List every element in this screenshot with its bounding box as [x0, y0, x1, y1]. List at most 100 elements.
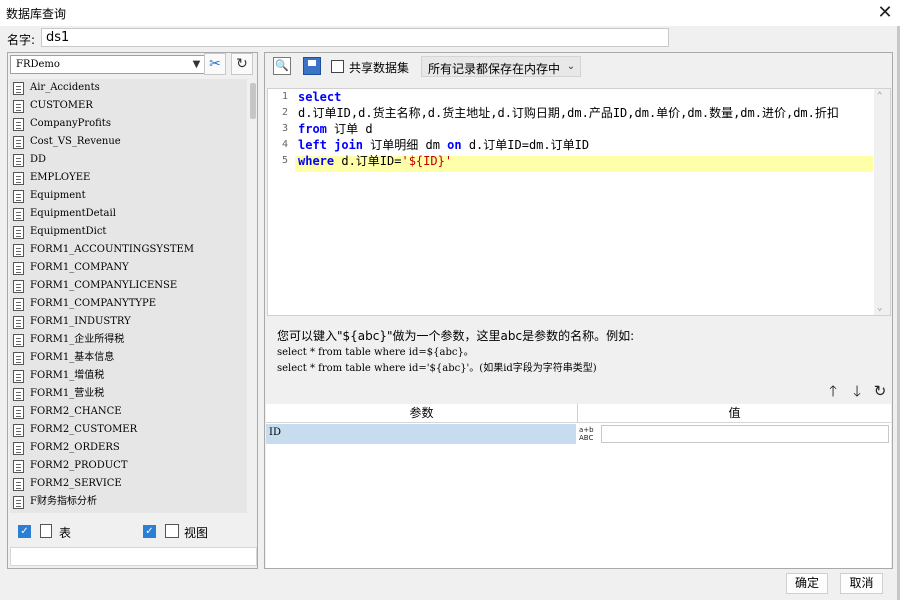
move-down-button[interactable]: 🡓: [847, 381, 867, 401]
table-filter-checkbox[interactable]: ✓: [18, 525, 31, 538]
list-item[interactable]: FORM1_营业税: [10, 385, 247, 403]
sql-keyword: where: [298, 154, 335, 168]
list-item[interactable]: FORM1_COMPANYLICENSE: [10, 277, 247, 295]
table-filter-label: 表: [59, 526, 72, 540]
list-item[interactable]: FORM1_企业所得税: [10, 331, 247, 349]
table-icon: [13, 136, 24, 149]
filter-row: ✓ 表 ✓ 视图: [10, 518, 257, 544]
refresh-icon: ↻: [873, 382, 887, 400]
table-name: FORM1_INDUSTRY: [30, 316, 131, 327]
table-icon: [13, 172, 24, 185]
preview-button[interactable]: 🔍: [273, 57, 291, 75]
list-item[interactable]: FORM1_INDUSTRY: [10, 313, 247, 331]
name-input[interactable]: [41, 28, 669, 47]
query-panel: 🔍 共享数据集 所有记录都保存在内存中 ⌄ 1 2 3 4 5 select d…: [264, 52, 893, 569]
save-button[interactable]: [303, 57, 321, 75]
table-icon: [13, 316, 24, 329]
table-name: FORM1_COMPANY: [30, 262, 129, 273]
list-item[interactable]: CUSTOMER: [10, 97, 247, 115]
list-item[interactable]: DD: [10, 151, 247, 169]
sql-editor[interactable]: 1 2 3 4 5 select d.订单ID,d.货主名称,d.货主地址,d.…: [267, 88, 891, 316]
table-list-scrollbar[interactable]: [249, 79, 257, 513]
table-name: FORM1_企业所得税: [30, 334, 125, 345]
list-item[interactable]: FORM2_SERVICE: [10, 475, 247, 493]
datasource-selected: FRDemo: [16, 59, 60, 70]
list-item[interactable]: CompanyProfits: [10, 115, 247, 133]
scroll-up-icon[interactable]: ⌃: [877, 91, 882, 101]
param-value-input[interactable]: [601, 425, 889, 443]
tools-icon: ✂: [209, 56, 221, 72]
table-name: F财务指标分析: [30, 496, 97, 507]
share-dataset-checkbox[interactable]: [331, 60, 344, 73]
scrollbar-thumb[interactable]: [250, 83, 256, 119]
column-header-param: 参数: [409, 406, 434, 420]
refresh-icon: ↻: [236, 56, 248, 72]
share-dataset-label: 共享数据集: [349, 61, 410, 75]
ok-button[interactable]: 确定: [786, 573, 828, 594]
scroll-down-icon[interactable]: ⌄: [877, 303, 882, 313]
table-name: CUSTOMER: [30, 100, 93, 111]
code-line: from 订单 d: [298, 121, 373, 137]
table-name: FORM1_COMPANYLICENSE: [30, 280, 178, 291]
list-item[interactable]: Cost_VS_Revenue: [10, 133, 247, 151]
parameter-help: 您可以键入"${abc}"做为一个参数，这里abc是参数的名称。例如: sele…: [277, 328, 877, 376]
cancel-button[interactable]: 取消: [840, 573, 883, 594]
code-area[interactable]: select d.订单ID,d.货主名称,d.货主地址,d.订购日期,dm.产品…: [295, 89, 875, 315]
table-icon: [13, 262, 24, 275]
list-item[interactable]: FORM2_PRODUCT: [10, 457, 247, 475]
editor-scrollbar[interactable]: ⌃ ⌄: [874, 89, 890, 315]
list-item[interactable]: FORM1_COMPANY: [10, 259, 247, 277]
list-item[interactable]: EquipmentDetail: [10, 205, 247, 223]
table-name: Equipment: [30, 190, 86, 201]
table-icon: [13, 406, 24, 419]
parameter-table-header: 参数 值: [266, 404, 891, 423]
code-text: d.订单ID=dm.订单ID: [461, 138, 590, 152]
list-item[interactable]: F财务指标分析: [10, 493, 247, 511]
close-button[interactable]: ✕: [874, 2, 896, 24]
table-search-input[interactable]: [10, 547, 257, 566]
list-item[interactable]: Air_Accidents: [10, 79, 247, 97]
window-title: 数据库查询: [6, 7, 67, 21]
table-name: FORM2_ORDERS: [30, 442, 120, 453]
table-name: EquipmentDetail: [30, 208, 116, 219]
refresh-params-button[interactable]: ↻: [870, 381, 890, 401]
datasource-select[interactable]: FRDemo ▼: [10, 55, 206, 74]
table-icon: [13, 424, 24, 437]
table-icon: [13, 82, 24, 95]
param-name-cell[interactable]: ID: [266, 424, 576, 444]
param-name: ID: [269, 427, 281, 438]
view-filter-checkbox[interactable]: ✓: [143, 525, 156, 538]
line-number: 2: [281, 107, 288, 118]
refresh-datasource-button[interactable]: ↻: [231, 53, 253, 75]
table-list[interactable]: Air_Accidents CUSTOMER CompanyProfits Cost_…: [10, 79, 247, 513]
table-row[interactable]: ID a+b ABC: [266, 424, 891, 444]
table-name: DD: [30, 154, 47, 165]
list-item[interactable]: FORM2_CHANCE: [10, 403, 247, 421]
sql-keyword: on: [447, 138, 462, 152]
list-item[interactable]: Equipment: [10, 187, 247, 205]
preview-icon: 🔍: [275, 59, 289, 72]
table-icon: [13, 478, 24, 491]
list-item[interactable]: EMPLOYEE: [10, 169, 247, 187]
storage-mode-selected: 所有记录都保存在内存中: [428, 62, 561, 76]
list-item[interactable]: FORM1_基本信息: [10, 349, 247, 367]
connection-settings-button[interactable]: ✂: [204, 53, 226, 75]
table-icon: [13, 190, 24, 203]
table-name: EquipmentDict: [30, 226, 107, 237]
sql-keyword: select: [298, 90, 342, 104]
table-name: EMPLOYEE: [30, 172, 91, 183]
storage-mode-select[interactable]: 所有记录都保存在内存中 ⌄: [421, 56, 581, 77]
table-icon: [13, 118, 24, 131]
list-item[interactable]: FORM2_CUSTOMER: [10, 421, 247, 439]
line-number: 3: [281, 123, 288, 134]
list-item[interactable]: FORM2_ORDERS: [10, 439, 247, 457]
move-up-button[interactable]: 🡑: [823, 381, 843, 401]
sql-keyword: from: [298, 122, 327, 136]
list-item[interactable]: FORM1_ACCOUNTINGSYSTEM: [10, 241, 247, 259]
list-item[interactable]: FORM1_COMPANYTYPE: [10, 295, 247, 313]
table-icon: [13, 352, 24, 365]
list-item[interactable]: FORM1_增值税: [10, 367, 247, 385]
table-icon: [13, 298, 24, 311]
list-item[interactable]: EquipmentDict: [10, 223, 247, 241]
param-type-icon[interactable]: a+b ABC: [577, 424, 599, 444]
